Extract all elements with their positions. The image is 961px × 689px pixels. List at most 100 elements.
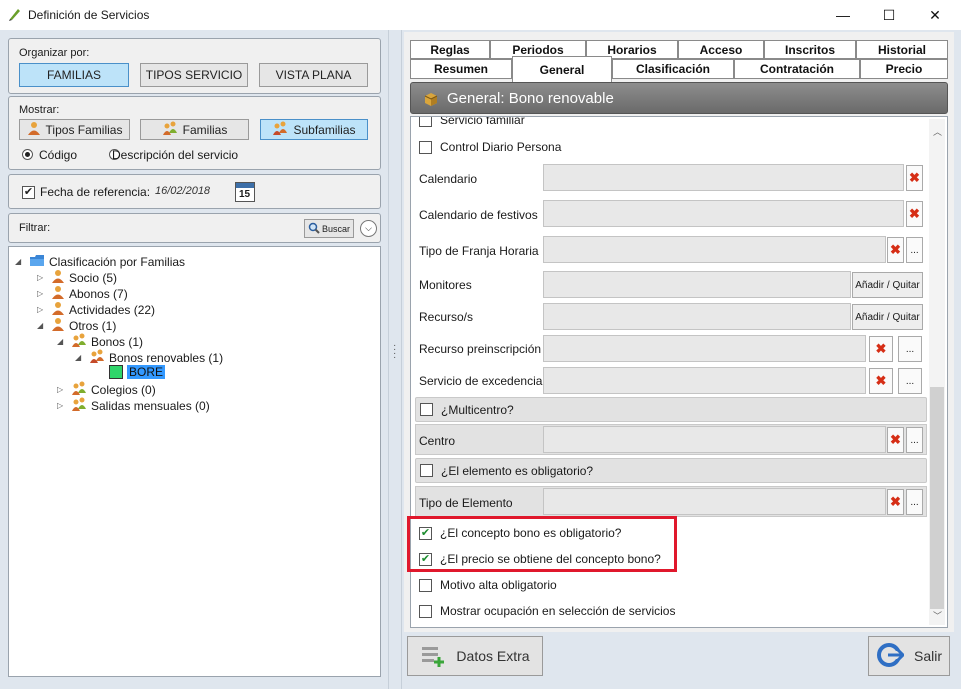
servicio-familiar-row[interactable]: Servicio familiar <box>419 116 525 127</box>
obligatorio-row[interactable]: ¿El elemento es obligatorio? <box>415 458 927 483</box>
calendario-label: Calendario <box>419 172 478 186</box>
tree-item-bonos[interactable]: ◢ Bonos (1) <box>57 333 143 350</box>
motivo-alta-row[interactable]: Motivo alta obligatorio <box>419 578 557 592</box>
servicio-familiar-checkbox[interactable] <box>419 117 432 127</box>
person-icon <box>27 121 41 138</box>
collapse-icon: ◢ <box>15 257 22 266</box>
buscar-button[interactable]: Buscar <box>304 219 354 238</box>
tree-item-bore[interactable]: BORE <box>109 365 166 379</box>
tree-item-colegios[interactable]: ▷ Colegios (0) <box>57 381 156 398</box>
subfamilias-button[interactable]: Subfamilias <box>260 119 368 140</box>
browse-excedencia-button[interactable]: ... <box>898 368 922 394</box>
tab-resumen[interactable]: Resumen <box>410 59 512 79</box>
tree-item-actividades[interactable]: ▷ Actividades (22) <box>37 301 155 318</box>
control-diario-row[interactable]: Control Diario Persona <box>419 140 561 154</box>
tipo-elemento-field[interactable] <box>543 488 886 515</box>
mostrar-ocupacion-checkbox[interactable] <box>419 604 432 618</box>
salir-button[interactable]: Salir <box>868 636 950 676</box>
calendario-festivos-field[interactable] <box>543 200 904 227</box>
box-icon <box>423 91 439 111</box>
clear-excedencia-button[interactable]: ✖ <box>869 368 893 394</box>
franja-field[interactable] <box>543 236 886 263</box>
tab-inscritos[interactable]: Inscritos <box>764 40 856 59</box>
tab-reglas[interactable]: Reglas <box>410 40 490 59</box>
tab-general[interactable]: General <box>512 56 612 82</box>
calendario-field[interactable] <box>543 164 904 191</box>
tipos-familias-label: Tipos Familias <box>45 122 123 137</box>
expand-icon: ▷ <box>37 289 44 298</box>
fecha-panel: ✔ Fecha de referencia: 16/02/2018 15 <box>8 174 381 209</box>
clear-festivos-button[interactable]: ✖ <box>906 201 923 227</box>
monitores-field[interactable] <box>543 271 851 298</box>
recursos-anadir-quitar-button[interactable]: Añadir / Quitar <box>852 304 923 330</box>
tab-acceso[interactable]: Acceso <box>678 40 764 59</box>
scroll-thumb[interactable] <box>930 387 944 609</box>
service-green-icon <box>109 365 123 379</box>
section-title: General: Bono renovable <box>447 89 614 107</box>
clear-tipo-elemento-button[interactable]: ✖ <box>887 489 904 515</box>
fecha-checkbox[interactable]: ✔ <box>22 186 35 199</box>
multicentro-checkbox[interactable] <box>420 403 433 416</box>
recursos-field[interactable] <box>543 303 851 330</box>
mostrar-panel: Mostrar: Tipos Familias Familias Subfami… <box>8 96 381 170</box>
codigo-radio[interactable] <box>22 149 33 160</box>
mostrar-label: Mostrar: <box>19 104 60 116</box>
person-icon <box>51 269 65 286</box>
tab-contratacion[interactable]: Contratación <box>734 59 860 79</box>
collapse-icon: ◢ <box>75 353 82 362</box>
motivo-alta-checkbox[interactable] <box>419 578 432 592</box>
monitores-anadir-quitar-button[interactable]: Añadir / Quitar <box>852 272 923 298</box>
servicio-familiar-label: Servicio familiar <box>440 116 525 127</box>
clear-calendario-button[interactable]: ✖ <box>906 165 923 191</box>
browse-tipo-elemento-button[interactable]: ... <box>906 489 923 515</box>
scroll-down-icon[interactable]: ﹀ <box>933 609 942 622</box>
person-icon <box>51 301 65 318</box>
calendar-icon[interactable]: 15 <box>235 182 255 202</box>
tree-item-socio[interactable]: ▷ Socio (5) <box>37 269 117 286</box>
browse-centro-button[interactable]: ... <box>906 427 923 453</box>
clear-centro-button[interactable]: ✖ <box>887 427 904 453</box>
tree-item-bonos-renovables[interactable]: ◢ Bonos renovables (1) <box>75 349 223 366</box>
maximize-button[interactable]: ☐ <box>866 0 912 30</box>
scroll-up-icon[interactable]: ︿ <box>933 125 942 138</box>
subfamilias-label: Subfamilias <box>293 122 356 137</box>
scrollbar[interactable]: ︿ ﹀ <box>929 119 945 625</box>
expand-filter-icon[interactable]: ⌵ <box>360 220 377 237</box>
expand-icon: ▷ <box>37 305 44 314</box>
multicentro-row[interactable]: ¿Multicentro? <box>415 397 927 422</box>
centro-field[interactable] <box>543 426 886 453</box>
tree-root[interactable]: ◢ Clasificación por Familias <box>15 253 185 270</box>
datos-extra-button[interactable]: Datos Extra <box>407 636 543 676</box>
tree-item-abonos[interactable]: ▷ Abonos (7) <box>37 285 128 302</box>
mostrar-ocupacion-row[interactable]: Mostrar ocupación en selección de servic… <box>419 604 675 618</box>
tree-item-otros[interactable]: ◢ Otros (1) <box>37 317 116 334</box>
tipos-servicio-button[interactable]: TIPOS SERVICIO <box>140 63 248 87</box>
tab-historial[interactable]: Historial <box>856 40 948 59</box>
vista-plana-button[interactable]: VISTA PLANA <box>259 63 368 87</box>
expand-icon: ▷ <box>57 385 64 394</box>
group-icon <box>71 333 87 350</box>
close-button[interactable]: ✕ <box>912 0 958 30</box>
recurso-pre-field[interactable] <box>543 335 866 362</box>
fecha-input[interactable]: 16/02/2018 <box>155 185 210 197</box>
tree-item-label: Actividades (22) <box>69 302 156 317</box>
browse-recurso-pre-button[interactable]: ... <box>898 336 922 362</box>
tipos-familias-button[interactable]: Tipos Familias <box>19 119 130 140</box>
tree-item-salidas[interactable]: ▷ Salidas mensuales (0) <box>57 397 210 414</box>
monitores-label: Monitores <box>419 278 472 292</box>
splitter[interactable]: · · · · <box>388 30 402 689</box>
obligatorio-checkbox[interactable] <box>420 464 433 477</box>
tab-clasificacion[interactable]: Clasificación <box>612 59 734 79</box>
salir-label: Salir <box>913 648 942 664</box>
familias-button[interactable]: FAMILIAS <box>19 63 129 87</box>
control-diario-checkbox[interactable] <box>419 140 432 154</box>
tree-item-label: Salidas mensuales (0) <box>91 398 210 413</box>
minimize-button[interactable]: — <box>820 0 866 30</box>
tab-precio[interactable]: Precio <box>860 59 948 79</box>
clear-franja-button[interactable]: ✖ <box>887 237 904 263</box>
clear-recurso-pre-button[interactable]: ✖ <box>869 336 893 362</box>
familias-show-button[interactable]: Familias <box>140 119 249 140</box>
excedencia-field[interactable] <box>543 367 866 394</box>
fecha-label: Fecha de referencia: <box>40 185 151 199</box>
browse-franja-button[interactable]: ... <box>906 237 923 263</box>
